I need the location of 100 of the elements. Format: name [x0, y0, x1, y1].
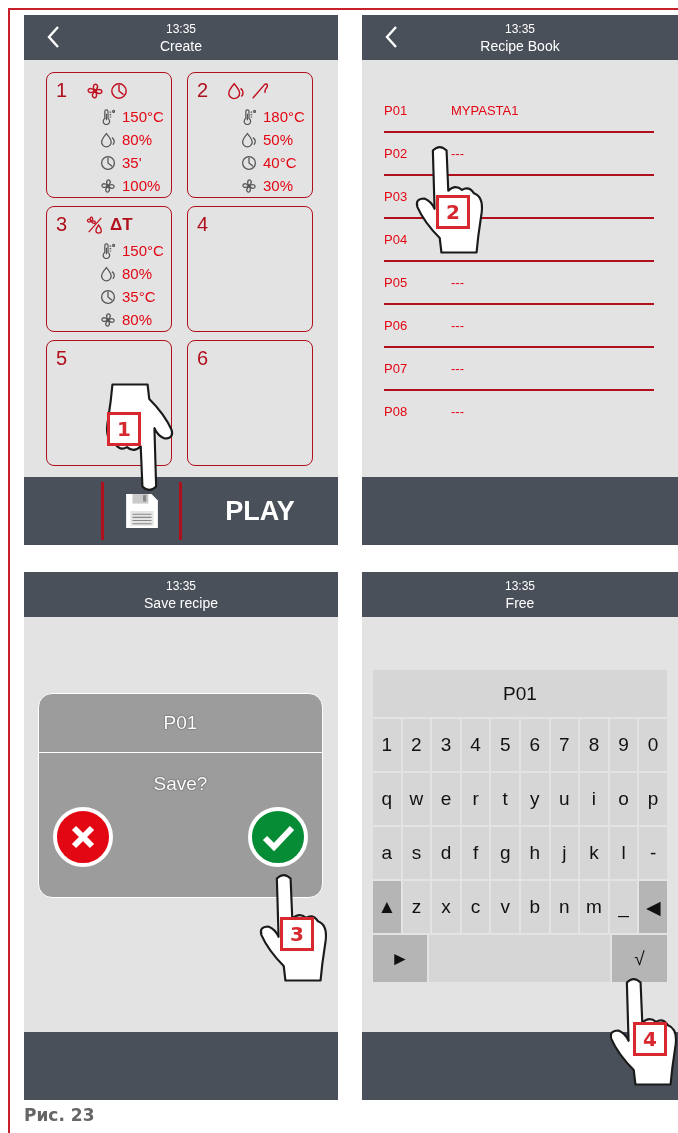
floppy-icon — [124, 493, 159, 529]
confirm-button[interactable] — [248, 807, 308, 867]
fan-icon — [86, 82, 104, 100]
parameter-value: 100% — [122, 177, 161, 194]
keyboard-key[interactable]: b — [520, 881, 549, 933]
program-number: 5 — [56, 347, 69, 371]
parameter-value: 80% — [122, 311, 153, 328]
program-card[interactable]: 2 180°C 50% 40°C 30% — [187, 72, 313, 198]
recipe-code[interactable]: P03 — [384, 189, 408, 204]
recipe-name[interactable]: MYPASTA1 — [451, 103, 519, 118]
keyboard-key[interactable]: p — [639, 773, 667, 825]
program-card[interactable]: 3 ΔT 150°C 80% 35°C 80% — [46, 206, 172, 332]
keyboard-key[interactable]: z — [402, 881, 431, 933]
recipe-code[interactable]: P08 — [384, 404, 408, 419]
recipe-code[interactable]: P05 — [384, 275, 408, 290]
figure-caption: Рис. 23 — [24, 1105, 96, 1125]
keyboard-key[interactable]: - — [639, 827, 667, 879]
clock-icon — [100, 288, 116, 305]
keyboard-key[interactable]: 4 — [461, 719, 490, 771]
parameter-value: 150°C — [122, 108, 164, 125]
keyboard-key[interactable]: 1 — [373, 719, 401, 771]
keyboard-key[interactable]: v — [491, 881, 519, 933]
parameter-value: 35°C — [122, 288, 156, 305]
drop-icon — [227, 82, 245, 100]
keyboard-key[interactable]: 5 — [491, 719, 519, 771]
play-button[interactable]: PLAY — [182, 482, 338, 540]
keyboard-key[interactable]: o — [609, 773, 638, 825]
program-card[interactable]: 4 — [187, 206, 313, 332]
keyboard-key[interactable]: l — [609, 827, 638, 879]
keyboard-key[interactable]: u — [550, 773, 579, 825]
keyboard-key[interactable]: k — [580, 827, 608, 879]
keyboard-key[interactable]: _ — [609, 881, 638, 933]
program-number: 1 — [56, 79, 69, 103]
parameter-value: 150°C — [122, 242, 164, 259]
recipe-name[interactable]: --- — [451, 361, 464, 376]
program-number: 4 — [197, 213, 210, 237]
keyboard-key[interactable]: 8 — [580, 719, 608, 771]
keyboard-key[interactable]: 6 — [520, 719, 549, 771]
recipe-name[interactable]: --- — [451, 146, 464, 161]
keyboard-key[interactable]: x — [432, 881, 460, 933]
save-question: Save? — [152, 773, 209, 795]
step-badge: 4 — [633, 1022, 667, 1056]
keyboard-key[interactable]: h — [520, 827, 549, 879]
parameter-value: 50% — [263, 131, 294, 148]
step-badge: 1 — [107, 412, 141, 446]
keyboard-key[interactable]: ▲ — [373, 881, 401, 933]
screen-title: Recipe Book — [480, 36, 560, 55]
parameter-value: 40°C — [263, 154, 297, 171]
keyboard-key[interactable]: 0 — [639, 719, 667, 771]
keyboard-key[interactable]: 2 — [402, 719, 431, 771]
fan-icon — [100, 177, 116, 194]
keyboard-key[interactable]: i — [580, 773, 608, 825]
screen-title: Create — [160, 36, 202, 55]
keyboard-key[interactable]: e — [432, 773, 460, 825]
recipe-name[interactable]: --- — [451, 275, 464, 290]
keyboard-key[interactable]: 7 — [550, 719, 579, 771]
keyboard-key[interactable]: m — [580, 881, 608, 933]
keyboard-key[interactable]: 9 — [609, 719, 638, 771]
keyboard-key[interactable]: y — [520, 773, 549, 825]
program-card[interactable]: 6 — [187, 340, 313, 466]
thermometer-icon — [241, 108, 257, 125]
keyboard-key[interactable]: ◀ — [639, 881, 667, 933]
recipe-code[interactable]: P06 — [384, 318, 408, 333]
fan-icon — [241, 177, 257, 194]
recipe-name[interactable]: --- — [451, 318, 464, 333]
back-icon[interactable] — [384, 25, 398, 49]
recipe-code[interactable]: P04 — [384, 232, 408, 247]
keyboard-key[interactable]: q — [373, 773, 401, 825]
back-icon[interactable] — [46, 25, 60, 49]
keyboard-key[interactable]: ► — [373, 935, 427, 982]
keyboard-key[interactable]: √ — [612, 935, 667, 982]
thermometer-icon — [100, 242, 116, 259]
clock-time: 13:35 — [505, 577, 535, 594]
keyboard-key[interactable]: f — [461, 827, 490, 879]
keyboard-key[interactable]: r — [461, 773, 490, 825]
parameter-value: 35' — [122, 154, 142, 171]
keyboard-key[interactable]: n — [550, 881, 579, 933]
recipe-code[interactable]: P07 — [384, 361, 408, 376]
recipe-code[interactable]: P01 — [384, 103, 408, 118]
keyboard-key[interactable]: a — [373, 827, 401, 879]
cancel-button[interactable] — [53, 807, 113, 867]
drop-icon — [100, 131, 116, 148]
text-field[interactable]: P01 — [373, 670, 667, 717]
recipe-code[interactable]: P02 — [384, 146, 408, 161]
keyboard-key[interactable]: g — [491, 827, 519, 879]
fan-icon — [100, 311, 116, 328]
delta-t-label: ΔT — [110, 215, 133, 235]
keyboard-key[interactable]: t — [491, 773, 519, 825]
program-card[interactable]: 1 150°C 80% 35' 100% — [46, 72, 172, 198]
keyboard-key[interactable]: d — [432, 827, 460, 879]
thermometer-icon — [100, 108, 116, 125]
keyboard-key[interactable]: s — [402, 827, 431, 879]
recipe-name[interactable]: --- — [451, 404, 464, 419]
clock-icon — [110, 82, 128, 100]
keyboard-key[interactable]: c — [461, 881, 490, 933]
drop-icon — [100, 265, 116, 282]
keyboard-key[interactable]: 3 — [432, 719, 460, 771]
keyboard-key[interactable]: w — [402, 773, 431, 825]
keyboard-key[interactable]: j — [550, 827, 579, 879]
program-number: 2 — [197, 79, 210, 103]
